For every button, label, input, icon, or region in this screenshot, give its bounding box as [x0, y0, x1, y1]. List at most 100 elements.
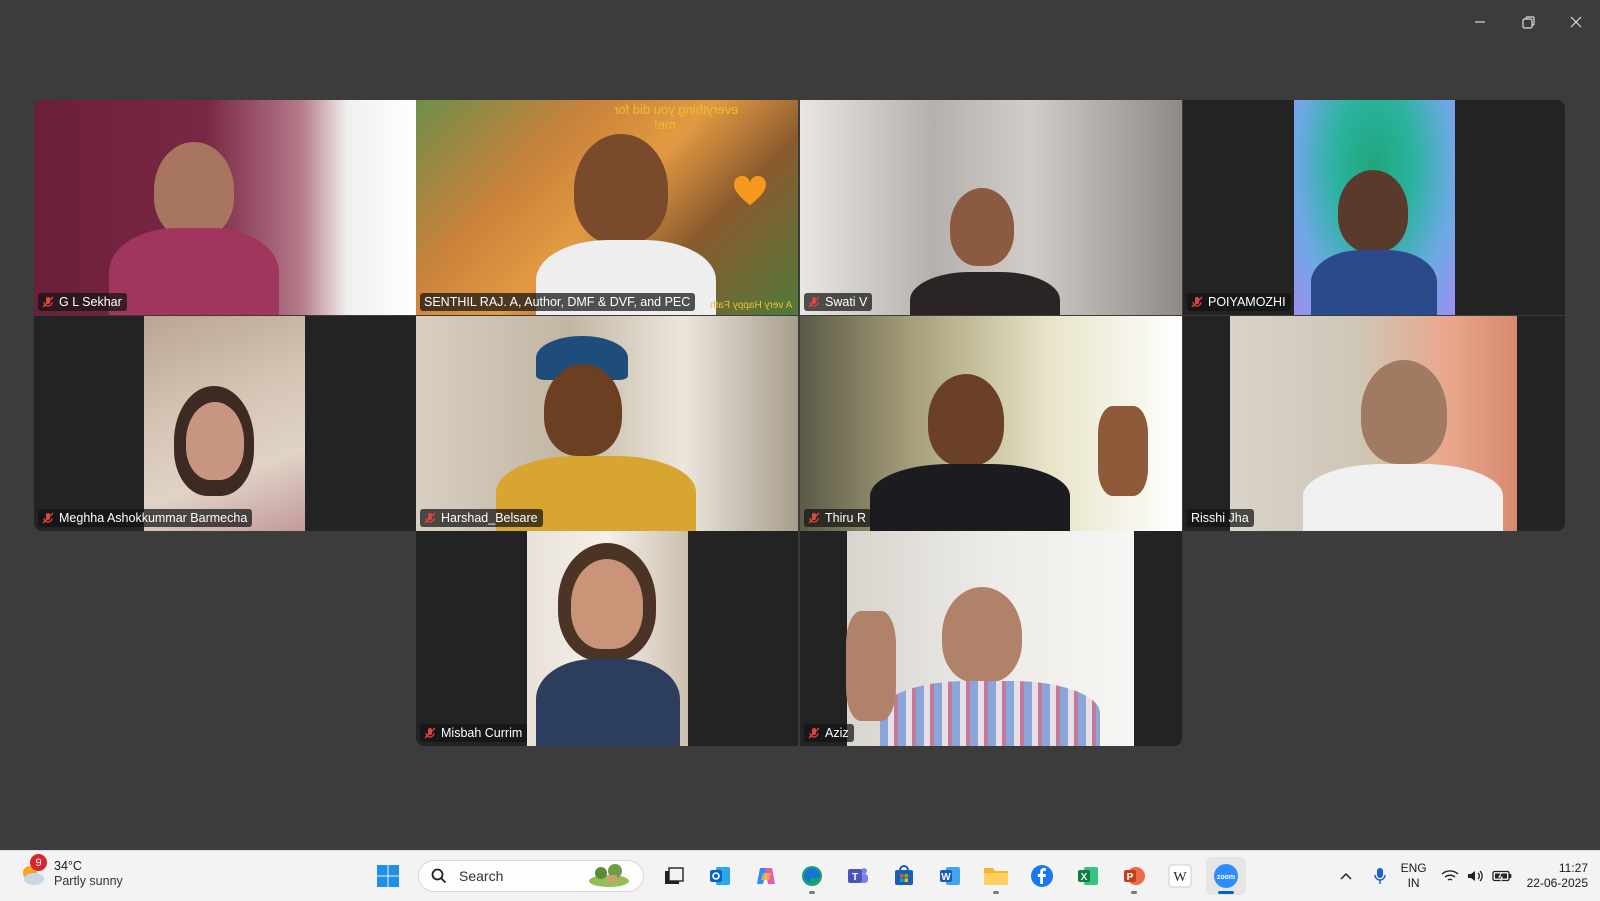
video-tile-swati-v[interactable]: Swati V	[800, 100, 1182, 315]
heart-icon	[731, 172, 769, 210]
participant-name-tag: Harshad_Belsare	[420, 509, 543, 527]
video-tile-meghha[interactable]: Meghha Ashokkummar Barmecha	[34, 316, 416, 531]
microsoft-store-button[interactable]	[884, 857, 924, 895]
video-tile-risshi-jha[interactable]: Risshi Jha	[1183, 316, 1565, 531]
muted-mic-icon	[424, 727, 436, 739]
system-tray: ENG IN 11:27 22-06-2025	[1333, 857, 1588, 895]
word-button[interactable]: W	[930, 857, 970, 895]
participant-face	[544, 364, 622, 456]
svg-text:W: W	[941, 872, 951, 883]
chevron-up-icon	[1340, 872, 1352, 880]
participant-face	[186, 402, 244, 480]
running-indicator	[1131, 891, 1137, 894]
excel-button[interactable]: X	[1068, 857, 1108, 895]
minimize-button[interactable]	[1456, 6, 1504, 38]
thumbs-up-hand	[1098, 406, 1148, 496]
running-indicator	[809, 891, 815, 894]
participant-face	[571, 559, 643, 649]
zoom-icon: zoom	[1214, 864, 1238, 888]
svg-text:X: X	[1081, 872, 1088, 883]
outlook-button[interactable]	[700, 857, 740, 895]
svg-text:zoom: zoom	[1217, 874, 1235, 881]
participant-name: Thiru R	[825, 511, 866, 525]
task-view-icon	[665, 867, 684, 884]
notification-badge: 9	[30, 854, 47, 871]
participant-name-tag: Meghha Ashokkummar Barmecha	[38, 509, 253, 527]
active-app-indicator	[1218, 891, 1234, 894]
video-tile-gl-sekhar[interactable]: G L Sekhar	[34, 100, 416, 315]
start-button[interactable]	[368, 857, 408, 895]
copilot-icon	[757, 868, 775, 884]
overlay-footer-text: A very Happy Fath	[709, 300, 792, 311]
teams-button[interactable]: T	[838, 857, 878, 895]
video-tile-poiyamozhi[interactable]: POIYAMOZHI	[1183, 100, 1565, 315]
participant-name: Risshi Jha	[1191, 511, 1249, 525]
muted-mic-icon	[808, 512, 820, 524]
video-tile-senthil-raj[interactable]: everything you did for me! A very Happy …	[416, 100, 798, 315]
weather-widget[interactable]: 9 34°C Partly sunny	[18, 854, 123, 889]
input-language-indicator[interactable]: ENG IN	[1401, 861, 1427, 891]
edge-button[interactable]	[792, 857, 832, 895]
participant-face	[950, 188, 1014, 266]
running-indicator	[993, 891, 999, 894]
thumbs-up-hand	[846, 611, 896, 721]
edge-icon	[802, 866, 822, 886]
clock[interactable]: 11:27 22-06-2025	[1527, 861, 1588, 891]
facebook-icon	[1031, 865, 1053, 887]
battery-button[interactable]	[1489, 861, 1515, 891]
video-tile-thiru-r[interactable]: Thiru R	[800, 316, 1182, 531]
wifi-icon	[1441, 870, 1459, 881]
store-icon	[895, 865, 913, 885]
copilot-button[interactable]	[746, 857, 786, 895]
participant-body	[109, 228, 279, 315]
search-input[interactable]	[457, 867, 581, 885]
microphone-button[interactable]	[1367, 861, 1393, 891]
show-hidden-icons-button[interactable]	[1333, 861, 1359, 891]
svg-text:P: P	[1127, 872, 1134, 883]
teams-icon: T	[848, 868, 868, 883]
volume-button[interactable]	[1463, 861, 1489, 891]
participant-face	[942, 587, 1022, 683]
restore-button[interactable]	[1504, 6, 1552, 38]
powerpoint-button[interactable]: P	[1114, 857, 1154, 895]
participant-body	[910, 272, 1060, 315]
weather-temperature: 34°C	[54, 859, 82, 873]
folder-icon	[984, 868, 1008, 885]
wifi-button[interactable]	[1437, 861, 1463, 891]
participant-name-tag: Misbah Currim	[420, 724, 528, 742]
close-button[interactable]	[1552, 6, 1600, 38]
video-tile-harshad[interactable]: Harshad_Belsare	[416, 316, 798, 531]
muted-mic-icon	[42, 296, 54, 308]
clock-time: 11:27	[1558, 861, 1588, 875]
participant-name-tag: Risshi Jha	[1187, 509, 1254, 527]
participant-name: Aziz	[825, 726, 849, 740]
facebook-button[interactable]	[1022, 857, 1062, 895]
excel-icon: X	[1078, 867, 1098, 885]
window-controls	[1456, 6, 1600, 38]
participant-name: Harshad_Belsare	[441, 511, 538, 525]
task-view-button[interactable]	[654, 857, 694, 895]
overlay-caption: everything you did for me!	[614, 102, 739, 132]
participant-face	[154, 142, 234, 238]
minimize-icon	[1475, 21, 1485, 23]
file-explorer-button[interactable]	[976, 857, 1016, 895]
participant-name-tag: G L Sekhar	[38, 293, 127, 311]
weather-condition: Partly sunny	[54, 874, 123, 888]
video-tile-misbah-currim[interactable]: Misbah Currim	[416, 531, 798, 746]
taskbar-search[interactable]	[418, 860, 644, 892]
microphone-icon	[1373, 868, 1386, 884]
participant-name: G L Sekhar	[59, 295, 122, 309]
battery-charging-icon	[1491, 870, 1511, 882]
wikipedia-icon: W	[1168, 864, 1192, 888]
search-highlight-icon	[589, 864, 629, 887]
outlook-icon	[710, 867, 730, 885]
video-tile-aziz[interactable]: Aziz	[800, 531, 1182, 746]
participant-name-tag: Swati V	[804, 293, 873, 311]
wikipedia-button[interactable]: W	[1160, 857, 1200, 895]
word-icon: W	[940, 867, 960, 885]
svg-text:W: W	[1173, 870, 1187, 885]
participant-face	[928, 374, 1004, 466]
participant-face	[1361, 360, 1447, 464]
zoom-button[interactable]: zoom	[1206, 857, 1246, 895]
participant-name-tag: SENTHIL RAJ. A, Author, DMF & DVF, and P…	[420, 293, 696, 311]
